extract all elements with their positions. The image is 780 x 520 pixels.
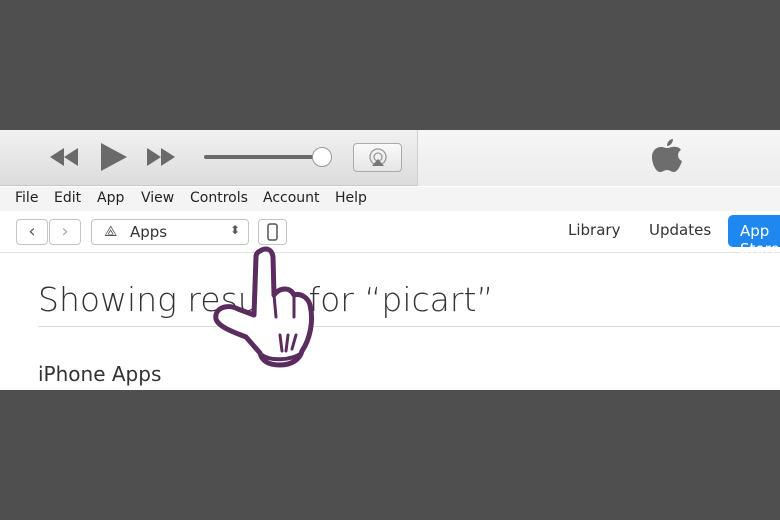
airplay-icon	[369, 148, 387, 166]
tab-library[interactable]: Library	[568, 221, 620, 239]
itunes-window: File Edit App View Controls Account Help…	[0, 130, 780, 390]
app-store-icon: ⟁	[104, 222, 118, 240]
menu-file[interactable]: File	[15, 190, 38, 206]
menu-bar: File Edit App View Controls Account Help	[0, 187, 780, 211]
divider	[38, 326, 780, 327]
menu-account[interactable]: Account	[263, 190, 320, 206]
back-button[interactable]: ‹	[16, 219, 48, 245]
airplay-button[interactable]	[353, 143, 402, 172]
rewind-icon[interactable]	[50, 148, 78, 166]
device-button[interactable]	[258, 219, 287, 245]
tab-updates[interactable]: Updates	[649, 221, 711, 239]
menu-edit[interactable]: Edit	[54, 190, 81, 206]
pointing-hand-icon	[213, 246, 315, 368]
fast-forward-icon[interactable]	[147, 148, 175, 166]
volume-slider[interactable]	[204, 155, 322, 159]
menu-app[interactable]: App	[97, 190, 124, 206]
toolbar: ‹ › ⟁ Apps ⬍ Library Updates App Store	[0, 211, 780, 258]
section-heading: iPhone Apps	[38, 362, 162, 386]
media-kind-select[interactable]: ⟁ Apps ⬍	[91, 219, 249, 245]
player-bar	[0, 130, 780, 186]
apple-logo	[652, 139, 682, 172]
volume-knob[interactable]	[312, 147, 332, 167]
media-kind-label: Apps	[130, 223, 168, 241]
forward-button[interactable]: ›	[49, 219, 81, 245]
menu-help[interactable]: Help	[335, 190, 367, 206]
play-icon[interactable]	[101, 143, 127, 171]
iphone-icon	[267, 223, 278, 241]
menu-controls[interactable]: Controls	[190, 190, 248, 206]
chevron-updown-icon: ⬍	[229, 223, 240, 237]
tab-app-store[interactable]: App Store	[728, 215, 780, 258]
status-area	[417, 130, 780, 186]
menu-view[interactable]: View	[141, 190, 174, 206]
